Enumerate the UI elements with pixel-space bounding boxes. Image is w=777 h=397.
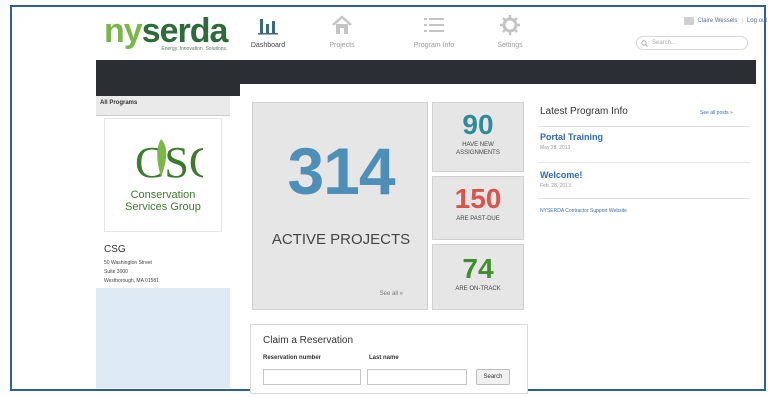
- nav-dashboard[interactable]: Dashboard: [238, 14, 298, 72]
- search-input[interactable]: Search...: [636, 36, 748, 50]
- user-name-link[interactable]: Claire Wessels: [698, 18, 738, 24]
- nav-projects-label: Projects: [329, 42, 355, 49]
- last-name-label: Last name: [369, 355, 399, 361]
- new-assignments-label-line1: HAVE NEW: [462, 142, 494, 148]
- on-track-count: 74: [462, 253, 494, 284]
- org-logo[interactable]: CSG Conservation Services Group: [104, 118, 222, 232]
- sidebar: All Programs CSG Conservation Services G…: [96, 96, 230, 388]
- new-assignments-label-line2: ASSIGNMENTS: [456, 150, 500, 156]
- on-track-card[interactable]: 74 ARE ON-TRACK: [432, 244, 524, 310]
- gear-icon: [480, 14, 540, 36]
- avatar: [683, 17, 694, 25]
- org-address-line2: Suite 3000: [104, 269, 128, 275]
- see-all-posts-link[interactable]: See all posts »: [700, 110, 733, 116]
- nyserda-logo[interactable]: nyserda Energy. Innovation. Solutions.: [104, 12, 229, 52]
- reservation-number-label: Reservation number: [263, 355, 322, 361]
- active-projects-card[interactable]: 314 ACTIVE PROJECTS See all »: [252, 102, 428, 310]
- nav-projects[interactable]: Projects: [312, 14, 372, 49]
- nav-dashboard-label: Dashboard: [250, 42, 286, 49]
- search-button[interactable]: Search: [476, 369, 510, 385]
- org-address-line1: 50 Washington Street: [104, 260, 152, 266]
- csg-logo-mark: CSG: [135, 138, 221, 187]
- claim-reservation-panel: Claim a Reservation Reservation number L…: [250, 324, 528, 394]
- post-date: Feb. 28, 2013: [540, 183, 571, 189]
- last-name-input[interactable]: [367, 369, 467, 385]
- sidebar-heading: All Programs: [96, 96, 230, 116]
- past-due-label: ARE PAST-DUE: [456, 216, 500, 222]
- post-title-portal-training[interactable]: Portal Training: [540, 132, 603, 142]
- divider: [538, 162, 750, 163]
- list-icon: [404, 14, 464, 36]
- bar-chart-icon: [238, 14, 298, 36]
- reservation-number-input[interactable]: [263, 369, 361, 385]
- search-icon: [641, 39, 648, 47]
- contractor-support-link[interactable]: NYSERDA Contractor Support Website: [540, 208, 627, 214]
- org-name: CSG: [104, 244, 126, 255]
- see-all-projects-link[interactable]: See all »: [380, 291, 403, 297]
- org-address-line3: Westborough, MA 01581: [104, 278, 159, 284]
- past-due-count: 150: [454, 183, 502, 214]
- active-projects-label: ACTIVE PROJECTS: [271, 231, 411, 248]
- on-track-label: ARE ON-TRACK: [455, 286, 501, 292]
- new-assignments-count: 90: [462, 109, 494, 140]
- svg-text:CSG: CSG: [135, 138, 203, 185]
- post-title-welcome[interactable]: Welcome!: [540, 170, 582, 180]
- search-placeholder: Search...: [652, 40, 677, 46]
- org-address: 50 Washington Street Suite 3000 Westboro…: [104, 259, 159, 286]
- nav-program-info-label: Program Info: [413, 42, 455, 49]
- logout-link[interactable]: Log out: [747, 18, 767, 24]
- user-menu: Claire Wessels | Log out: [683, 17, 767, 25]
- latest-program-info-title: Latest Program Info: [540, 106, 628, 117]
- logo-brand-rest: serda: [141, 12, 229, 50]
- home-icon: [312, 14, 372, 36]
- nav-program-info[interactable]: Program Info: [404, 14, 464, 49]
- logo-brand-highlight: ny: [104, 12, 143, 50]
- divider: [538, 126, 750, 127]
- divider: [538, 198, 750, 199]
- past-due-card[interactable]: 150 ARE PAST-DUE: [432, 176, 524, 240]
- sidebar-selected-area: [96, 288, 230, 388]
- post-date: May 28, 2013: [540, 145, 571, 151]
- claim-title: Claim a Reservation: [263, 335, 354, 346]
- nav-settings[interactable]: Settings: [480, 14, 540, 49]
- new-assignments-card[interactable]: 90 HAVE NEW ASSIGNMENTS: [432, 102, 524, 172]
- nav-settings-label: Settings: [497, 42, 523, 49]
- org-logo-line2: Services Group: [125, 201, 201, 213]
- org-logo-line1: Conservation: [130, 189, 196, 201]
- separator: |: [741, 18, 743, 24]
- active-projects-count: 314: [287, 134, 395, 208]
